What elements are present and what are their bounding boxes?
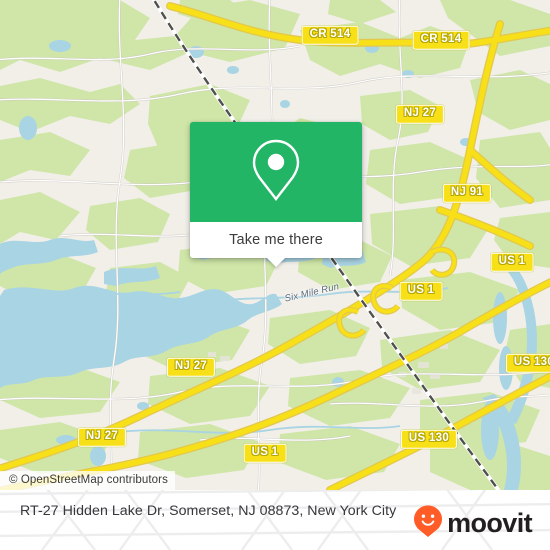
road-shield: US 130: [400, 429, 458, 449]
road-shield: US 1: [490, 252, 534, 272]
road-shield: NJ 27: [395, 104, 445, 124]
popup-cta-label: Take me there: [229, 232, 323, 248]
popup-pin-panel: [190, 122, 362, 222]
road-shield: CR 514: [301, 25, 359, 45]
moovit-pin-smiley-icon: [412, 504, 444, 543]
location-address: RT-27 Hidden Lake Dr, Somerset, NJ 08873…: [20, 503, 397, 519]
osm-attribution[interactable]: © OpenStreetMap contributors: [0, 471, 175, 490]
road-shield: US 130: [505, 353, 550, 373]
popup-cta-bar[interactable]: Take me there: [190, 222, 362, 267]
location-popup-card[interactable]: Take me there: [190, 122, 362, 267]
map-pin-icon: [250, 137, 302, 208]
popup-tail: [266, 257, 286, 267]
road-shield: US 1: [243, 443, 287, 463]
moovit-wordmark: moovit: [447, 508, 533, 538]
road-shield: NJ 91: [442, 183, 492, 203]
bottom-info-bar: RT-27 Hidden Lake Dr, Somerset, NJ 08873…: [0, 490, 550, 550]
road-shield: NJ 27: [77, 427, 127, 447]
road-shield: US 1: [399, 281, 443, 301]
road-shield: CR 514: [412, 30, 470, 50]
road-shield: NJ 27: [166, 357, 216, 377]
map-canvas[interactable]: CR 514 CR 514 NJ 27 NJ 91 US 1 US 1 NJ 2…: [0, 0, 550, 490]
moovit-logo: moovit: [412, 504, 533, 543]
